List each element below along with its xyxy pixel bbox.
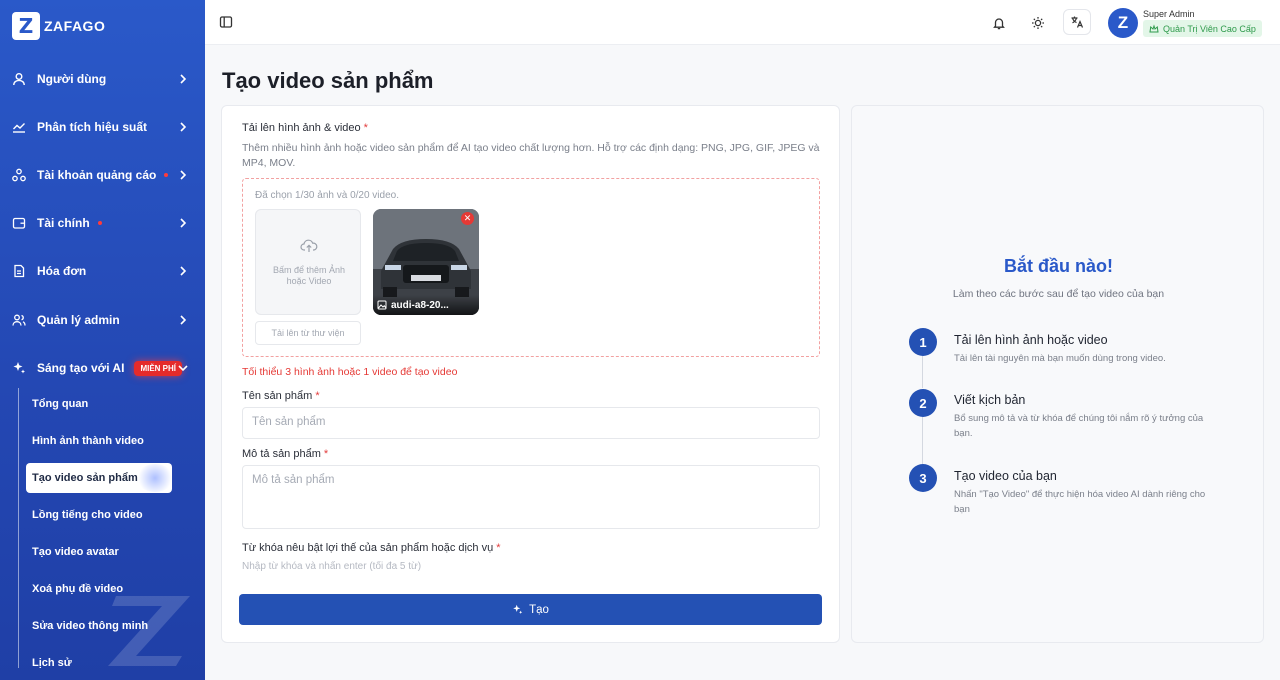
role-label: Quản Trị Viên Cao Cấp [1163,23,1256,34]
invoice-icon [12,264,26,278]
role-badge: Quản Trị Viên Cao Cấp [1143,20,1262,37]
upload-from-library-button[interactable]: Tải lên từ thư viện [255,321,361,345]
sidebar-item-label: Hóa đơn [37,264,87,278]
wallet-icon [12,216,26,230]
sidebar-item-users[interactable]: Người dùng [12,64,194,94]
create-button-label: Tạo [529,603,549,616]
ads-account-icon [12,168,26,182]
image-icon [377,300,387,310]
upload-label: Tải lên hình ảnh & video * [242,122,368,134]
brand-logo[interactable]: Z ZAFAGO [12,12,105,40]
guide-title: Bắt đầu nào! [1003,256,1113,276]
chart-line-icon [12,120,26,134]
sidebar-subitem-avatar-video[interactable]: Tạo video avatar [26,537,172,567]
chevron-right-icon [180,315,187,325]
upload-help-text: Thêm nhiều hình ảnh hoặc video sản phẩm … [242,142,820,169]
keywords-input[interactable]: Nhập từ khóa và nhấn enter (tối đa 5 từ) [242,561,421,572]
description-textarea[interactable]: Mô tả sản phẩm [242,465,820,529]
sun-icon[interactable] [1026,11,1050,35]
sidebar-item-ai-create[interactable]: Sáng tạo với AI MIỄN PHÍ [12,353,194,383]
sidebar-item-label: Người dùng [37,72,107,86]
sidebar-subitem-dubbing[interactable]: Lồng tiếng cho video [26,500,172,530]
step-number: 2 [909,389,937,417]
logo-text: ZAFAGO [44,18,106,34]
sidebar-subitem-overview[interactable]: Tổng quan [26,389,172,419]
step-description: Nhấn "Tạo Video" để thực hiện hóa video … [954,489,1206,515]
logo-mark: Z [12,12,40,40]
upload-count: Đã chọn 1/30 ảnh và 0/20 video. [255,190,399,201]
topbar: Z Super Admin Quản Trị Viên Cao Cấp [205,0,1280,45]
upload-dropzone[interactable]: Đã chọn 1/30 ảnh và 0/20 video. Bấm để t… [242,178,820,357]
sidebar-item-label: Quản lý admin [37,313,120,327]
sidebar-item-label: Tài khoản quảng cáo [37,168,157,182]
sidebar-item-admin[interactable]: Quản lý admin [12,305,194,335]
sidebar-item-finance[interactable]: Tài chính [12,208,194,238]
upload-cloud-icon [300,239,318,252]
sidebar-item-label: Sáng tạo với AI [37,361,125,375]
step-title: Tạo video của bạn [954,469,1057,483]
step-title: Viết kịch bản [954,393,1026,407]
add-media-tile[interactable]: Bấm để thêm Ảnh hoặc Video [255,209,361,315]
chevron-right-icon [180,122,187,132]
notification-dot [97,221,102,225]
product-name-label: Tên sản phẩm * [242,390,320,402]
sparkle-icon [513,604,523,614]
chevron-right-icon [180,74,187,84]
upload-error: Tối thiểu 3 hình ảnh hoặc 1 video để tạo… [242,366,458,378]
add-media-text: Bấm để thêm Ảnh hoặc Video [272,265,346,286]
chevron-right-icon [180,218,187,228]
media-thumbnail[interactable]: audi-a8-20... [373,209,479,315]
notification-dot [164,173,169,177]
step-description: Bổ sung mô tả và từ khóa để chúng tôi nắ… [954,413,1204,439]
keywords-label: Từ khóa nêu bật lợi thế của sản phẩm hoặ… [242,542,501,554]
submenu-guide-line [18,388,19,668]
remove-media-icon[interactable]: ✕ [461,212,474,225]
step-title: Tải lên hình ảnh hoặc video [954,333,1108,347]
sidebar-item-analytics[interactable]: Phân tích hiệu suất [12,112,194,142]
bell-icon[interactable] [987,11,1011,35]
step-number: 3 [909,464,937,492]
chevron-right-icon [180,170,187,180]
guide-subtitle: Làm theo các bước sau để tạo video của b… [952,288,1165,300]
crown-icon [1149,23,1159,32]
guide-panel: Bắt đầu nào! Làm theo các bước sau để tạ… [851,105,1264,643]
step-connector [922,356,923,388]
sidebar-toggle-icon[interactable] [219,15,233,29]
sidebar-item-label: Phân tích hiệu suất [37,120,148,134]
product-video-form: Tải lên hình ảnh & video * Thêm nhiều hìn… [221,105,840,643]
chevron-down-icon [178,365,188,372]
sidebar-item-invoices[interactable]: Hóa đơn [12,256,194,286]
sidebar-subitem-image-to-video[interactable]: Hình ảnh thành video [26,426,172,456]
step-description: Tải lên tài nguyên mà bạn muốn dùng tron… [954,353,1166,364]
description-label: Mô tả sản phẩm * [242,448,329,460]
thumbnail-caption: audi-a8-20... [373,295,479,315]
language-icon[interactable] [1063,9,1091,35]
thumbnail-filename: audi-a8-20... [391,299,449,311]
user-name: Super Admin [1143,9,1195,19]
create-button[interactable]: Tạo [239,594,822,625]
free-badge: MIỄN PHÍ [134,360,182,376]
sidebar-subitem-product-video[interactable]: Tạo video sản phẩm [26,463,174,493]
step-connector [922,417,923,464]
avatar[interactable]: Z [1108,8,1138,38]
sidebar-item-label: Tài chính [37,216,90,230]
product-name-input[interactable]: Tên sản phẩm [242,407,820,439]
page-title: Tạo video sản phẩm [222,68,434,93]
brand-watermark [108,596,190,666]
step-number: 1 [909,328,937,356]
sparkle-icon [12,361,26,375]
sidebar: Z ZAFAGO Người dùng Phân tích hiệu suất … [0,0,205,680]
chevron-right-icon [180,266,187,276]
sidebar-item-ad-accounts[interactable]: Tài khoản quảng cáo [12,160,194,190]
admin-users-icon [12,313,26,327]
user-icon [12,72,26,86]
